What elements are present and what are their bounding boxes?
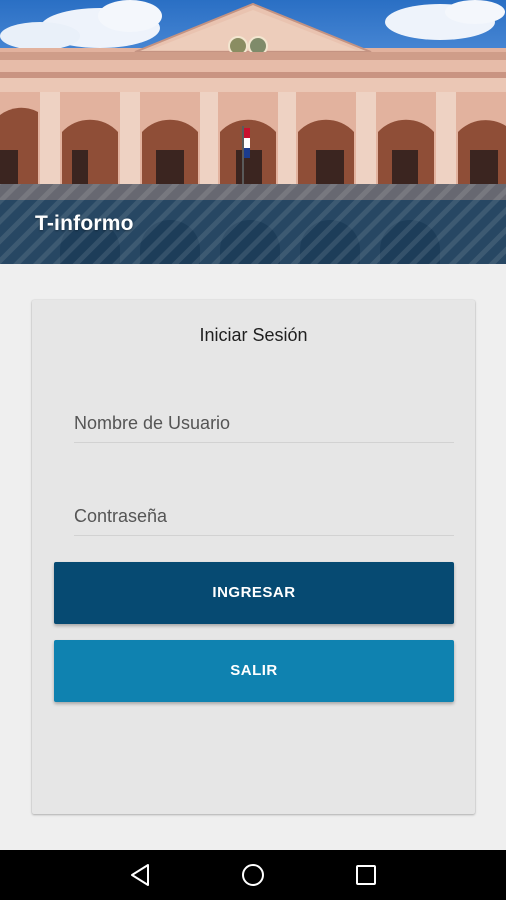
username-input[interactable]: [74, 408, 454, 438]
password-input[interactable]: [74, 501, 454, 531]
login-button[interactable]: INGRESAR: [54, 562, 454, 624]
back-icon[interactable]: [128, 862, 154, 888]
recent-apps-icon[interactable]: [353, 862, 379, 888]
username-field: [74, 402, 454, 443]
exit-button[interactable]: SALIR: [54, 640, 454, 702]
header-banner: T-informo: [0, 0, 506, 264]
home-icon[interactable]: [240, 862, 266, 888]
password-field: [74, 495, 454, 536]
login-card: Iniciar Sesión INGRESAR SALIR: [32, 300, 475, 814]
app-title: T-informo: [35, 212, 134, 235]
login-title: Iniciar Sesión: [199, 325, 308, 345]
system-nav-bar: [0, 850, 506, 900]
